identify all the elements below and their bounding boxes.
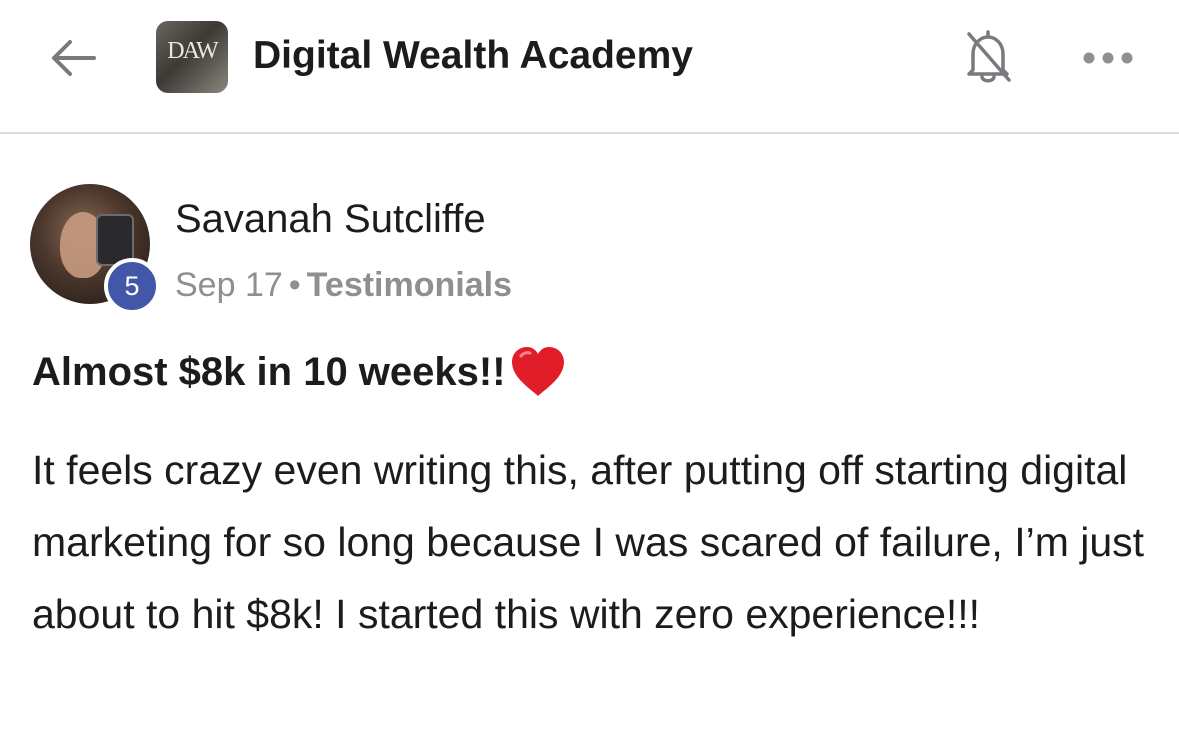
notifications-button[interactable] [960,24,1016,88]
app-header: DAW Digital Wealth Academy [0,0,1179,134]
author-name[interactable]: Savanah Sutcliffe [175,193,486,245]
post-body: It feels crazy even writing this, after … [32,447,1145,637]
post-title: Almost $8k in 10 weeks!! [32,344,568,400]
more-options-button[interactable] [1078,36,1138,80]
group-logo[interactable]: DAW [156,21,228,93]
post-meta: Sep 17 • Testimonials [175,263,512,307]
bell-muted-icon [967,30,1011,83]
more-horizontal-icon [1083,52,1133,64]
meta-separator: • [288,266,301,304]
level-badge: 5 [104,258,160,314]
group-name: Digital Wealth Academy [253,34,693,77]
heart-icon [511,347,564,396]
post-category[interactable]: Testimonials [307,266,512,304]
arrow-left-icon [52,40,96,76]
post-date: Sep 17 [175,266,283,304]
post-title-text: Almost $8k in 10 weeks!! [32,350,506,394]
back-button[interactable] [40,30,106,86]
group-logo-text: DAW [167,37,218,64]
author-avatar[interactable]: 5 [30,184,160,314]
